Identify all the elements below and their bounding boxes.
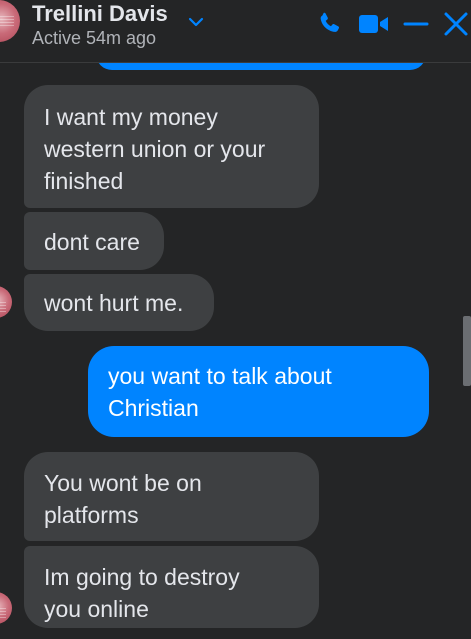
active-status: Active 54m ago bbox=[32, 28, 157, 48]
incoming-message-bubble[interactable]: dont care bbox=[24, 212, 164, 270]
composer-edge bbox=[0, 630, 471, 639]
incoming-message-bubble[interactable]: I want my money western union or your fi… bbox=[24, 85, 319, 208]
chat-header: Trellini Davis Active 54m ago bbox=[0, 0, 471, 63]
message-thread: I want my money western union or your fi… bbox=[0, 0, 471, 639]
outgoing-message-bubble[interactable]: you want to talk about Christian bbox=[88, 346, 429, 437]
close-icon[interactable] bbox=[442, 10, 470, 38]
phone-icon[interactable] bbox=[316, 10, 344, 38]
sender-avatar[interactable] bbox=[0, 592, 12, 624]
sender-avatar[interactable] bbox=[0, 286, 12, 318]
contact-name[interactable]: Trellini Davis bbox=[32, 1, 168, 27]
incoming-message-bubble[interactable]: Im going to destroy you online bbox=[24, 546, 319, 628]
minimize-icon[interactable] bbox=[402, 10, 430, 38]
video-camera-icon[interactable] bbox=[358, 10, 390, 38]
scrollbar-thumb[interactable] bbox=[463, 316, 471, 386]
contact-avatar[interactable] bbox=[0, 0, 20, 42]
incoming-message-bubble[interactable]: You wont be on platforms bbox=[24, 452, 319, 541]
chevron-down-icon[interactable] bbox=[186, 12, 206, 32]
incoming-message-bubble[interactable]: wont hurt me. bbox=[24, 274, 214, 331]
